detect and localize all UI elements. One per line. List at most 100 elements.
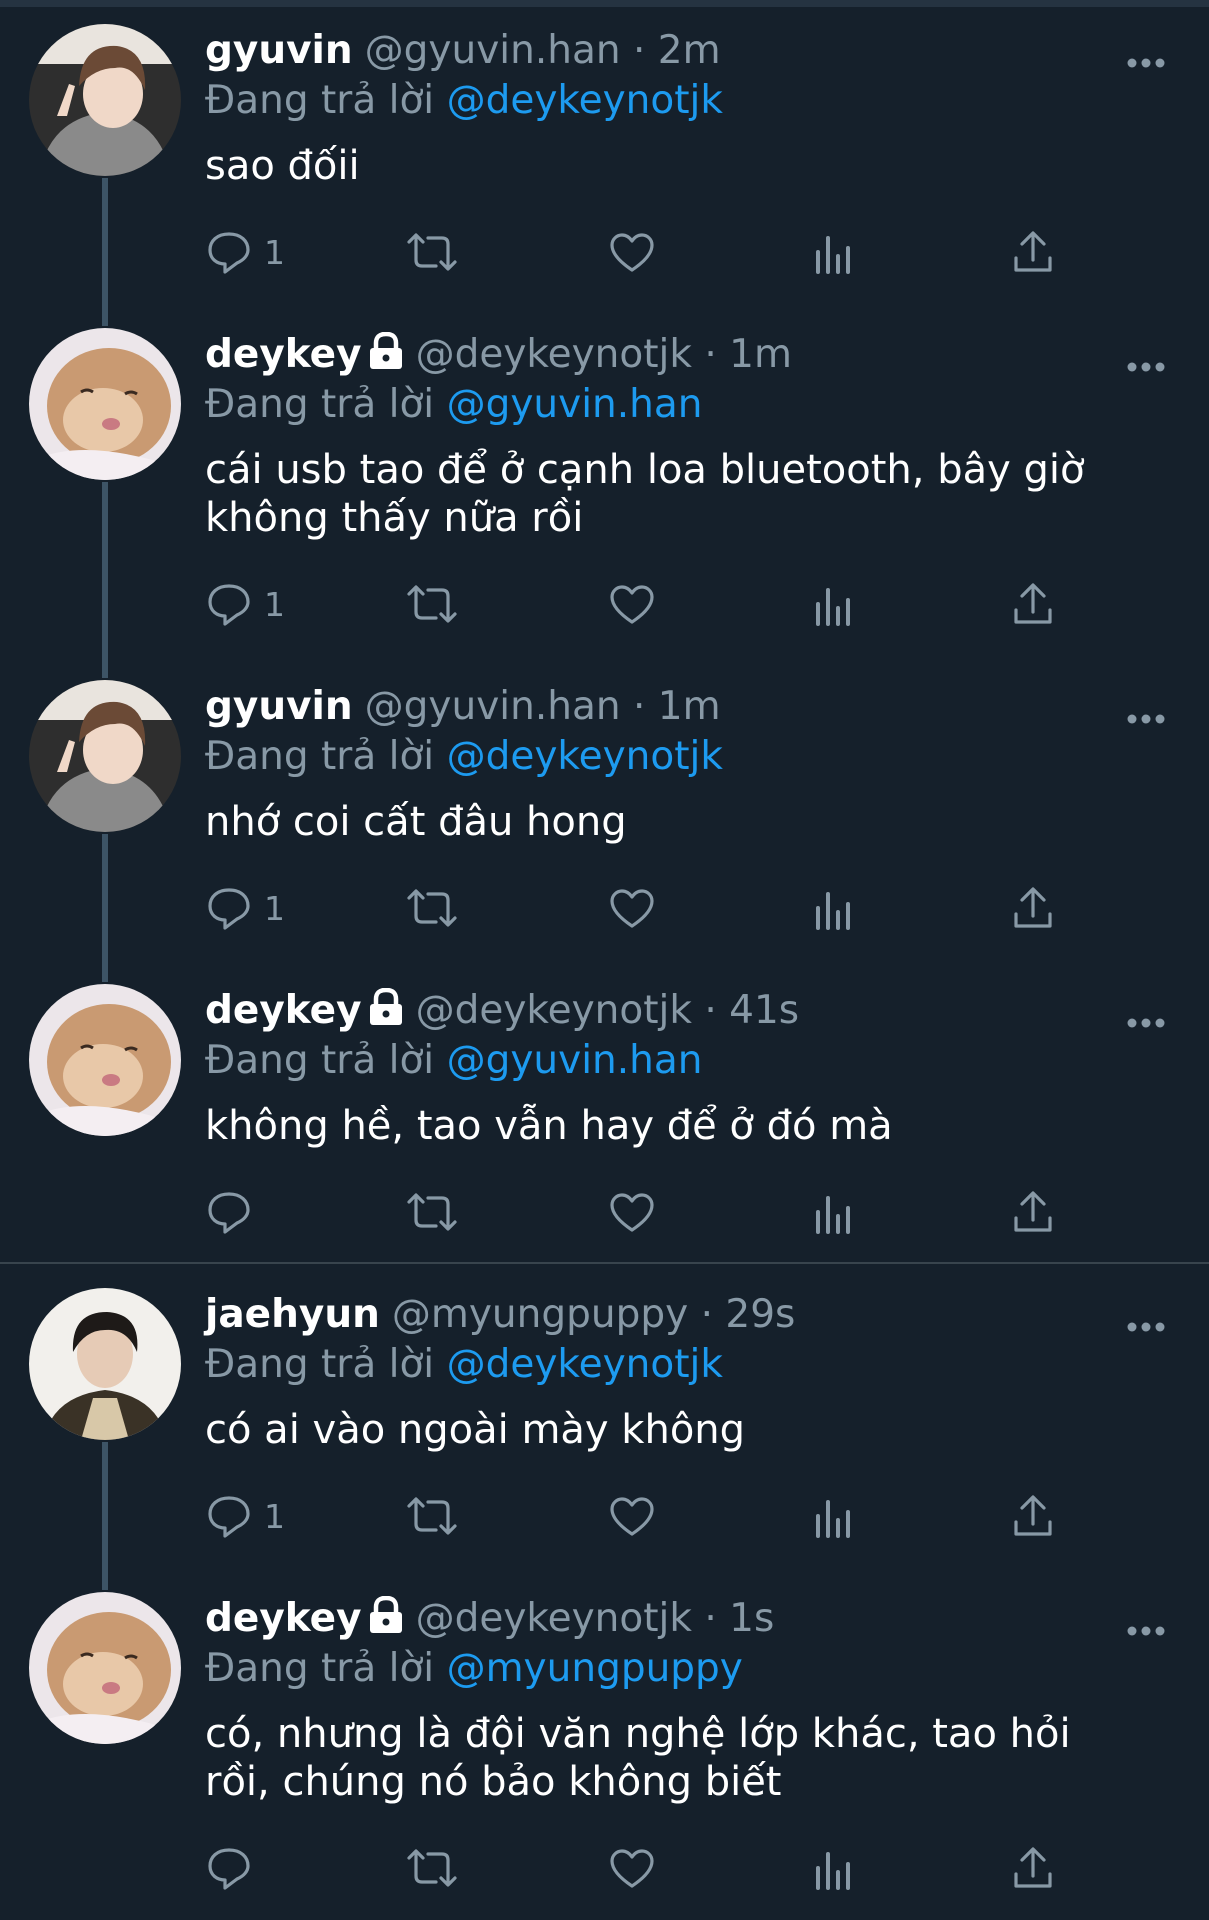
view-stats-button[interactable] (814, 586, 852, 626)
like-button[interactable] (609, 888, 655, 930)
reply-mention-link[interactable]: @gyuvin.han (447, 1038, 703, 1083)
retweet-button[interactable] (405, 232, 459, 272)
gyuvin-avatar[interactable] (29, 680, 181, 832)
retweet-icon (405, 1848, 459, 1888)
more-options-icon[interactable] (1126, 1318, 1166, 1337)
tweet-header: jaehyun @myungpuppy · 29s (205, 1292, 795, 1338)
user-handle[interactable]: @deykeynotjk (416, 1596, 692, 1641)
conversation-thread: gyuvin @gyuvin.han · 2m Đang trả lời @dey… (0, 0, 1209, 1920)
reply-mention-link[interactable]: @myungpuppy (447, 1646, 743, 1691)
share-icon (1012, 1846, 1054, 1890)
reply-prefix: Đang trả lời (205, 1646, 435, 1691)
view-stats-button[interactable] (814, 1498, 852, 1538)
analytics-icon (814, 1498, 852, 1538)
more-options-icon[interactable] (1126, 1622, 1166, 1641)
timestamp[interactable]: · 29s (701, 1292, 796, 1337)
reply-button[interactable] (206, 1846, 264, 1890)
timestamp[interactable]: · 1m (633, 684, 721, 729)
hamster-avatar[interactable] (29, 984, 181, 1136)
share-button[interactable] (1012, 1190, 1054, 1234)
like-button[interactable] (609, 1496, 655, 1538)
thread-line (102, 1442, 108, 1590)
share-icon (1012, 1190, 1054, 1234)
more-options-icon[interactable] (1126, 358, 1166, 377)
timestamp[interactable]: · 1m (704, 332, 792, 377)
reply-count: 1 (264, 1496, 285, 1536)
reply-mention-link[interactable]: @gyuvin.han (447, 382, 703, 427)
gyuvin-avatar[interactable] (29, 24, 181, 176)
reply-button[interactable] (206, 1190, 264, 1234)
reply-button[interactable]: 1 (206, 582, 285, 626)
retweet-icon (405, 1496, 459, 1536)
retweet-button[interactable] (405, 1192, 459, 1232)
reply-mention-link[interactable]: @deykeynotjk (447, 1342, 723, 1387)
retweet-icon (405, 1192, 459, 1232)
timestamp[interactable]: · 1s (704, 1596, 774, 1641)
reply-mention-link[interactable]: @deykeynotjk (447, 78, 723, 123)
reply-prefix: Đang trả lời (205, 78, 435, 123)
retweet-icon (405, 232, 459, 272)
user-handle[interactable]: @myungpuppy (392, 1292, 688, 1337)
reply-icon (206, 1190, 252, 1234)
heart-icon (609, 1496, 655, 1538)
share-button[interactable] (1012, 582, 1054, 626)
timestamp[interactable]: · 2m (633, 28, 721, 73)
tweet-header: deykey @deykeynotjk · 1m (205, 331, 792, 381)
top-divider (0, 0, 1209, 7)
analytics-icon (814, 586, 852, 626)
analytics-icon (814, 890, 852, 930)
tweet-text: sao đốii (205, 143, 360, 189)
view-stats-button[interactable] (814, 1850, 852, 1890)
display-name[interactable]: gyuvin (205, 28, 353, 73)
share-button[interactable] (1012, 886, 1054, 930)
tweet-text: có ai vào ngoài mày không (205, 1407, 746, 1453)
user-handle[interactable]: @deykeynotjk (416, 332, 692, 377)
reply-prefix: Đang trả lời (205, 734, 435, 779)
user-handle[interactable]: @gyuvin.han (365, 684, 621, 729)
reply-button[interactable]: 1 (206, 886, 285, 930)
display-name[interactable]: deykey (205, 988, 362, 1033)
lock-icon (368, 331, 404, 381)
retweet-button[interactable] (405, 584, 459, 624)
reply-mention-link[interactable]: @deykeynotjk (447, 734, 723, 779)
hamster-avatar[interactable] (29, 328, 181, 480)
reply-button[interactable]: 1 (206, 230, 285, 274)
reply-icon (206, 230, 252, 274)
more-options-icon[interactable] (1126, 710, 1166, 729)
lock-icon (368, 987, 404, 1037)
like-button[interactable] (609, 1848, 655, 1890)
share-button[interactable] (1012, 230, 1054, 274)
user-handle[interactable]: @gyuvin.han (365, 28, 621, 73)
display-name[interactable]: deykey (205, 332, 362, 377)
more-options-icon[interactable] (1126, 1014, 1166, 1033)
more-options-icon[interactable] (1126, 54, 1166, 73)
jaehyun-avatar[interactable] (29, 1288, 181, 1440)
conversation-divider (0, 1262, 1209, 1264)
retweet-button[interactable] (405, 1496, 459, 1536)
timestamp[interactable]: · 41s (704, 988, 799, 1033)
tweet-header: gyuvin @gyuvin.han · 2m (205, 28, 721, 74)
reply-button[interactable]: 1 (206, 1494, 285, 1538)
analytics-icon (814, 1850, 852, 1890)
lock-icon (368, 1595, 404, 1645)
view-stats-button[interactable] (814, 890, 852, 930)
retweet-button[interactable] (405, 888, 459, 928)
share-button[interactable] (1012, 1494, 1054, 1538)
display-name[interactable]: deykey (205, 1596, 362, 1641)
analytics-icon (814, 234, 852, 274)
hamster-avatar[interactable] (29, 1592, 181, 1744)
like-button[interactable] (609, 584, 655, 626)
retweet-button[interactable] (405, 1848, 459, 1888)
view-stats-button[interactable] (814, 234, 852, 274)
reply-icon (206, 582, 252, 626)
share-button[interactable] (1012, 1846, 1054, 1890)
display-name[interactable]: jaehyun (205, 1292, 380, 1337)
display-name[interactable]: gyuvin (205, 684, 353, 729)
user-handle[interactable]: @deykeynotjk (416, 988, 692, 1033)
like-button[interactable] (609, 1192, 655, 1234)
view-stats-button[interactable] (814, 1194, 852, 1234)
reply-context: Đang trả lời @deykeynotjk (205, 1342, 723, 1388)
like-button[interactable] (609, 232, 655, 274)
reply-icon (206, 1846, 252, 1890)
tweet-text: không hề, tao vẫn hay để ở đó mà (205, 1103, 893, 1149)
